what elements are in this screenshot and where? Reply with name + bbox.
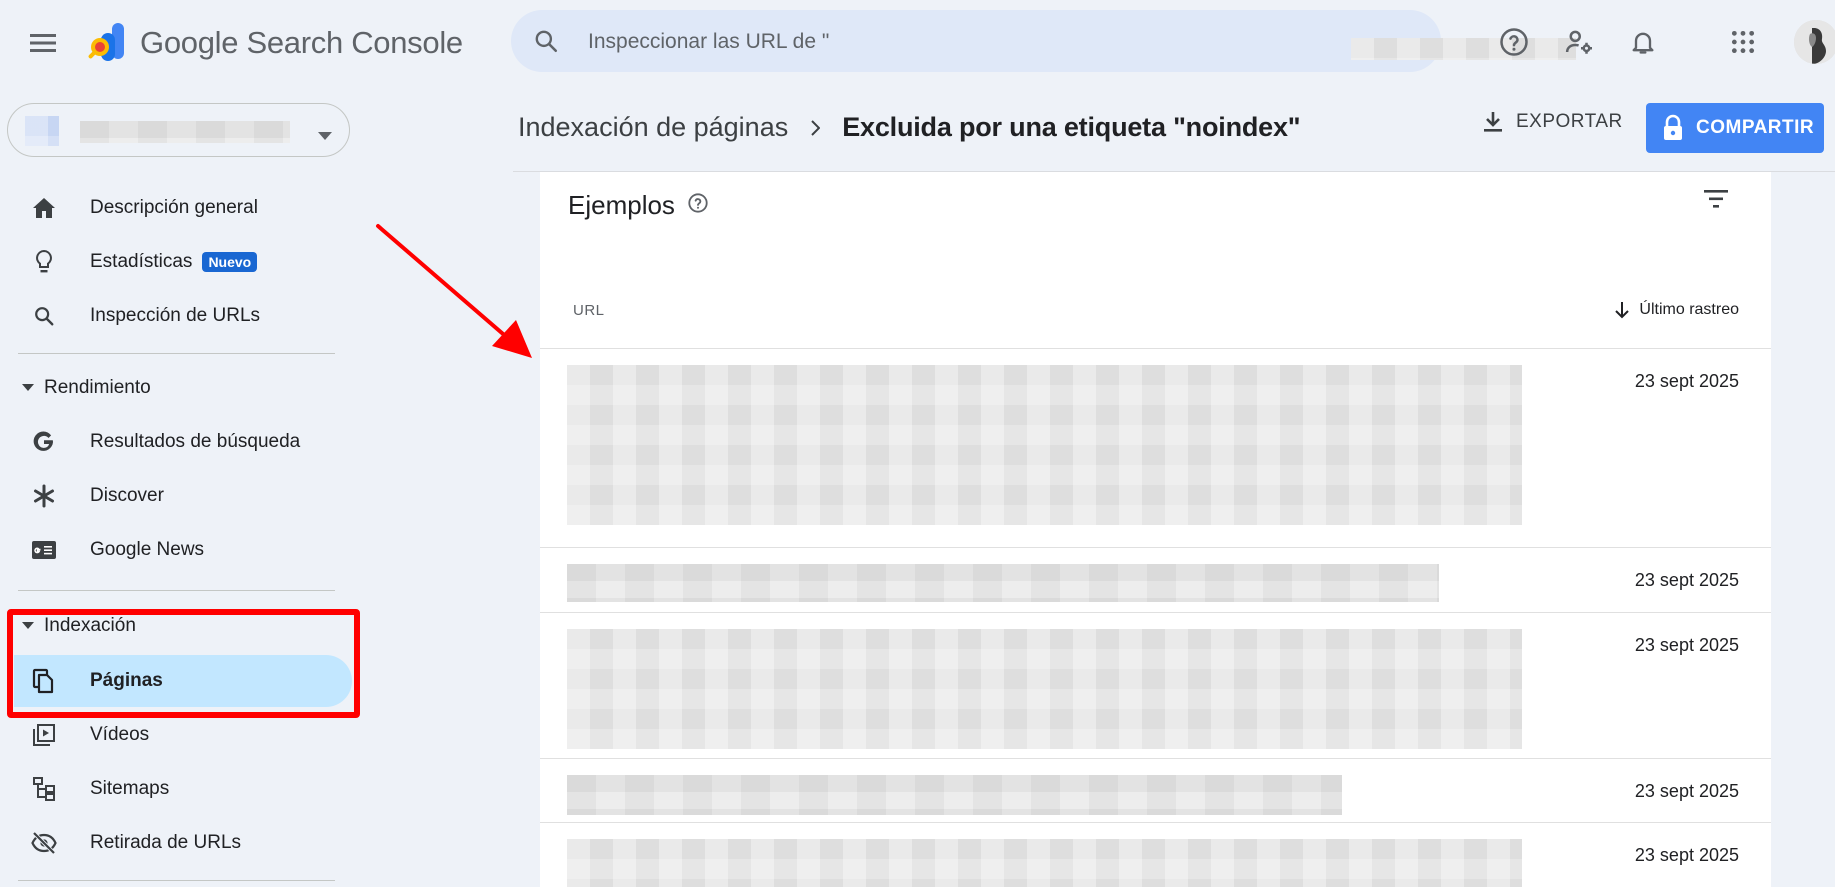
annotation-highlight-box: [7, 609, 360, 718]
app-logo[interactable]: Google Search Console: [86, 20, 463, 66]
column-header-url: URL: [573, 302, 605, 319]
last-crawl-date: 23 sept 2025: [1634, 781, 1739, 801]
dropdown-caret-icon: [318, 127, 332, 145]
sidebar-item-insights[interactable]: Estadísticas Nuevo: [14, 236, 352, 288]
sidebar-divider: [18, 880, 335, 881]
search-icon: [533, 28, 559, 59]
sidebar-item-label: Inspección de URLs: [90, 305, 261, 326]
table-row[interactable]: 23 sept 2025: [540, 547, 1771, 612]
main-menu-button[interactable]: [22, 22, 64, 64]
column-header-label: Último rastreo: [1639, 301, 1739, 318]
google-g-icon: [30, 428, 58, 456]
help-icon: [1500, 28, 1528, 56]
column-header-last-crawl[interactable]: Último rastreo: [1615, 301, 1739, 319]
sidebar-item-label: Descripción general: [90, 197, 258, 218]
manage-account-icon: [1565, 30, 1592, 54]
last-crawl-date: 23 sept 2025: [1634, 845, 1739, 865]
google-news-icon: [30, 536, 58, 564]
search-input[interactable]: Inspeccionar las URL de ": [588, 30, 829, 54]
redacted-url: [567, 775, 1342, 815]
breadcrumb-separator: [810, 112, 821, 143]
filter-button[interactable]: [1702, 188, 1730, 215]
app-title: Google Search Console: [140, 25, 463, 60]
chevron-right-icon: [811, 120, 821, 136]
redacted-url: [567, 365, 1522, 525]
sidebar-item-removals[interactable]: Retirada de URLs: [14, 817, 352, 869]
sidebar-item-label: Estadísticas: [90, 251, 193, 272]
apps-grid-icon: [1731, 30, 1755, 54]
url-inspection-search[interactable]: Inspeccionar las URL de ": [511, 10, 1576, 72]
search-icon: [30, 302, 58, 330]
notifications-button[interactable]: [1621, 20, 1665, 64]
card-title-text: Ejemplos: [568, 190, 675, 220]
last-crawl-date: 23 sept 2025: [1634, 371, 1739, 391]
property-name-redacted: [80, 121, 290, 143]
section-rendimiento-toggle[interactable]: Rendimiento: [22, 370, 151, 406]
download-icon: [1484, 112, 1502, 132]
property-selector[interactable]: [7, 103, 350, 157]
sort-arrow-down-icon: [1615, 302, 1630, 319]
table-row[interactable]: 23 sept 2025: [540, 758, 1771, 822]
sidebar-item-label: Resultados de búsqueda: [90, 431, 301, 452]
redacted-domain: [1351, 38, 1576, 60]
last-crawl-date: 23 sept 2025: [1634, 635, 1739, 655]
sidebar-item-label: Sitemaps: [90, 778, 170, 799]
export-button[interactable]: EXPORTAR: [1482, 110, 1623, 134]
sidebar-item-sitemaps[interactable]: Sitemaps: [14, 763, 352, 815]
sidebar-item-label: Discover: [90, 485, 164, 506]
menu-icon: [30, 34, 56, 52]
collapse-caret-icon: [22, 384, 34, 391]
lock-icon: [1664, 114, 1682, 140]
help-button[interactable]: [1492, 20, 1536, 64]
account-avatar[interactable]: [1794, 20, 1835, 64]
table-row[interactable]: 23 sept 2025: [540, 348, 1771, 547]
property-favicon: [25, 116, 59, 146]
bell-icon: [1632, 32, 1654, 54]
sidebar-item-discover[interactable]: Discover: [14, 470, 352, 522]
sidebar-item-google-news[interactable]: Google News: [14, 524, 352, 576]
sitemap-icon: [30, 775, 58, 803]
help-outline-icon: [688, 193, 708, 213]
sidebar-item-url-inspection[interactable]: Inspección de URLs: [14, 290, 352, 342]
sidebar-item-label: Vídeos: [90, 724, 150, 745]
visibility-off-icon: [30, 829, 58, 857]
card-title: Ejemplos: [568, 190, 709, 221]
section-title: Rendimiento: [44, 377, 151, 398]
apps-button[interactable]: [1721, 20, 1765, 64]
export-label: EXPORTAR: [1516, 111, 1623, 132]
user-settings-button[interactable]: [1557, 20, 1601, 64]
breadcrumb: Indexación de páginas Excluida por una e…: [518, 112, 1301, 143]
home-icon: [30, 194, 58, 222]
sidebar-divider: [18, 353, 335, 354]
examples-card: Ejemplos URL Último rastreo 23 sept 2025…: [540, 172, 1771, 887]
redacted-url: [567, 629, 1522, 749]
new-badge: Nuevo: [202, 252, 258, 272]
last-crawl-date: 23 sept 2025: [1634, 570, 1739, 590]
video-icon: [30, 721, 58, 749]
search-console-logo-icon: [88, 23, 124, 61]
breadcrumb-current: Excluida por una etiqueta "noindex": [842, 112, 1301, 142]
table-row[interactable]: 23 sept 2025: [540, 822, 1771, 887]
filter-icon: [1704, 190, 1728, 208]
sidebar-item-label: Retirada de URLs: [90, 832, 242, 853]
redacted-url: [567, 839, 1522, 887]
sidebar-item-label: Google News: [90, 539, 205, 560]
breadcrumb-parent-link[interactable]: Indexación de páginas: [518, 112, 788, 143]
sidebar-divider: [18, 590, 335, 591]
share-label: COMPARTIR: [1696, 117, 1815, 138]
lightbulb-icon: [30, 248, 58, 276]
redacted-url: [567, 564, 1439, 602]
asterisk-icon: [30, 482, 58, 510]
table-row[interactable]: 23 sept 2025: [540, 612, 1771, 758]
sidebar-item-search-results[interactable]: Resultados de búsqueda: [14, 416, 352, 468]
avatar-image-icon: [1794, 20, 1835, 64]
annotation-arrow-icon: [376, 224, 532, 358]
share-button[interactable]: COMPARTIR: [1646, 103, 1824, 153]
help-button[interactable]: [687, 190, 709, 221]
top-app-bar: Google Search Console Inspeccionar las U…: [0, 0, 1835, 86]
sidebar-item-overview[interactable]: Descripción general: [14, 182, 352, 234]
